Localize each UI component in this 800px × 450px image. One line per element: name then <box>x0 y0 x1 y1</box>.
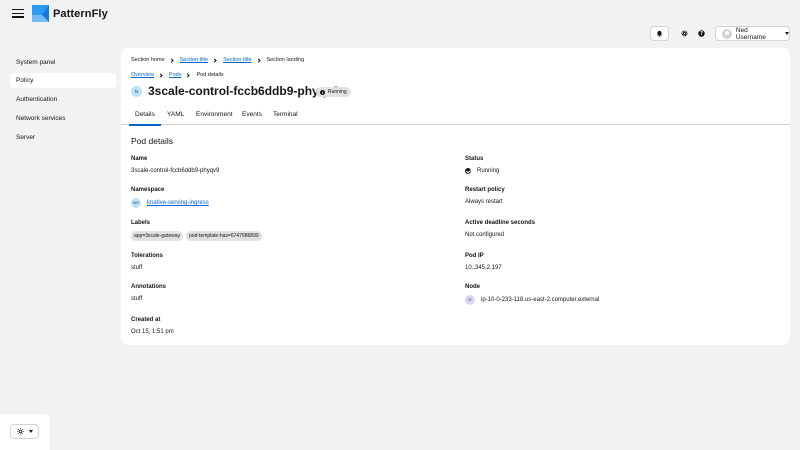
annotations-label: Annotations <box>131 284 166 290</box>
gear-icon <box>680 30 688 37</box>
tab-environment[interactable]: Environment <box>196 111 233 118</box>
label-chip: app=3scale-gateway <box>131 231 184 241</box>
masthead: PatternFly ? Ned Username <box>0 0 800 48</box>
labels-value: app=3scale-gateway pod-template-has=6747… <box>131 231 265 241</box>
created-value: Oct 15, 1:51 pm <box>131 329 174 335</box>
label-chip: pod-template-has=6747686899 <box>186 231 262 241</box>
tab-details[interactable]: Details <box>129 111 161 126</box>
user-name: Ned Username <box>735 26 766 41</box>
brand-logo[interactable]: PatternFly <box>32 5 108 22</box>
brand-name: PatternFly <box>53 7 108 20</box>
namespace-badge: NS <box>131 198 141 208</box>
svg-text:?: ? <box>700 31 703 37</box>
notifications-button[interactable] <box>650 26 669 41</box>
breadcrumb-item-section-landing: Section landing <box>266 57 305 63</box>
namespace-value: NS knative-serving-ingress <box>131 198 209 208</box>
name-label: Name <box>131 156 148 162</box>
sidebar-item-server[interactable]: Server <box>10 130 116 145</box>
chevron-right-icon <box>255 57 261 63</box>
chevron-right-icon <box>158 72 163 78</box>
status-badge-label: Running <box>328 89 347 95</box>
tab-yaml[interactable]: YAML <box>167 111 184 118</box>
help-button[interactable]: ? <box>695 26 707 41</box>
created-label: Created at <box>131 317 161 323</box>
namespace-link[interactable]: knative-serving-ingress <box>147 200 209 206</box>
active-deadline-label: Active deadline seconds <box>465 220 536 226</box>
status-value-text: Running <box>477 168 500 174</box>
breadcrumb-item-pods[interactable]: Pods <box>169 72 182 78</box>
tolerations-label: Tolerations <box>131 253 163 259</box>
avatar <box>722 28 732 39</box>
info-icon: i <box>320 89 325 95</box>
active-deadline-value: Not configured <box>465 232 505 238</box>
theme-panel <box>0 414 50 450</box>
status-value: Running <box>465 168 499 174</box>
breadcrumb: Section home Section title Section title… <box>131 57 304 63</box>
name-value: 3scale-control-fccb6ddb9-phyqv9 <box>131 168 220 174</box>
settings-button[interactable] <box>678 26 690 41</box>
sidebar-item-system-panel[interactable]: System panel <box>10 55 116 70</box>
restart-policy-label: Restart policy <box>465 187 505 193</box>
breadcrumb-item-section-home[interactable]: Section home <box>131 57 165 63</box>
chevron-right-icon <box>212 57 217 63</box>
tab-events[interactable]: Events <box>242 111 262 118</box>
breadcrumb-item-section-title-2[interactable]: Section title <box>223 57 251 63</box>
sidebar-item-network-services[interactable]: Network services <box>10 111 116 126</box>
sidebar-item-authentication[interactable]: Authentication <box>10 92 116 107</box>
page-title: 3scale-control-fccb6ddb9-phyqv9 <box>148 84 340 98</box>
chevron-down-icon <box>785 32 789 35</box>
main-card: Section home Section title Section title… <box>121 48 790 345</box>
chevron-right-icon <box>185 72 191 78</box>
tab-bar: Details YAML Environment Events Terminal <box>121 108 790 126</box>
chevron-right-icon <box>169 57 174 63</box>
namespace-label: Namespace <box>131 187 165 193</box>
chevron-down-icon <box>28 430 33 433</box>
labels-label: Labels <box>131 220 151 226</box>
node-value: N ip-10-0-233-118.us-east-2.computer.ext… <box>465 295 599 305</box>
sidebar-item-policy[interactable]: Policy <box>10 73 116 88</box>
bell-icon <box>656 30 663 37</box>
help-icon: ? <box>697 30 705 37</box>
sub-breadcrumb: Overview Pods Pod details <box>131 72 224 78</box>
sun-icon <box>16 428 24 435</box>
status-badge: i Running <box>316 87 351 97</box>
breadcrumb-item-overview[interactable]: Overview <box>131 72 154 78</box>
check-circle-icon <box>465 168 471 174</box>
annotations-value: stuff <box>131 296 143 302</box>
patternfly-logo-icon <box>32 5 49 22</box>
node-value-text: ip-10-0-233-118.us-east-2.computer.exter… <box>481 297 600 303</box>
breadcrumb-item-section-title[interactable]: Section title <box>180 57 208 63</box>
theme-toggle[interactable] <box>10 424 39 439</box>
pod-ip-label: Pod IP <box>465 253 484 259</box>
node-label: Node <box>465 284 480 290</box>
breadcrumb-item-pod-details: Pod details <box>196 72 224 78</box>
pod-ip-value: 10..345.2.197 <box>465 265 502 271</box>
menu-icon[interactable] <box>12 9 24 19</box>
pod-badge: N <box>131 86 142 97</box>
status-label: Status <box>465 156 484 162</box>
section-title: Pod details <box>131 136 174 146</box>
user-menu-toggle[interactable]: Ned Username <box>715 26 790 41</box>
node-badge: N <box>465 295 475 305</box>
restart-policy-value: Always restart <box>465 199 503 205</box>
tolerations-value: stuff <box>131 265 143 271</box>
tab-terminal[interactable]: Terminal <box>273 111 298 118</box>
